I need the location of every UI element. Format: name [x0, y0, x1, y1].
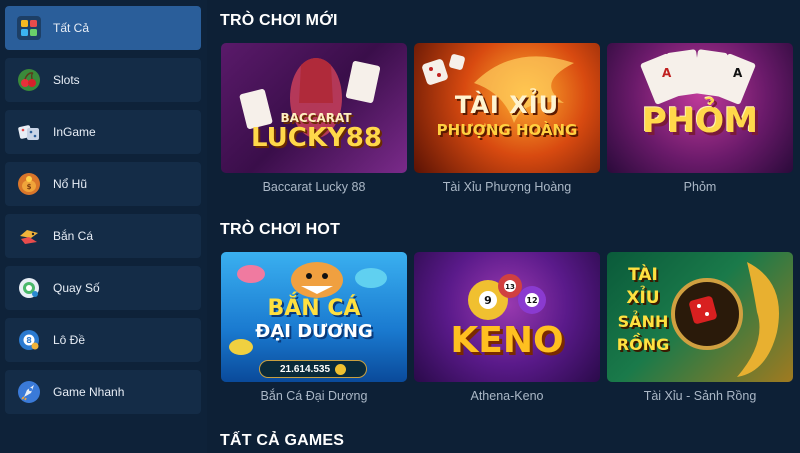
game-title: Athena-Keno [470, 389, 544, 403]
game-thumbnail: BẮN CÁ ĐẠI DƯƠNG 21.614.535 [221, 252, 407, 382]
game-art-title: TÀI XỈU SẢNH RỒNG [616, 265, 670, 354]
number-ball-icon: 8 [17, 328, 41, 352]
rocket-icon [17, 380, 41, 404]
sidebar-item-ingame[interactable]: InGame [5, 110, 201, 154]
svg-text:$: $ [27, 183, 32, 191]
sidebar-item-label: Quay Số [53, 281, 100, 295]
sidebar-item-lo-de[interactable]: 8 Lô Đề [5, 318, 201, 362]
sidebar-item-label: Nổ Hũ [53, 177, 88, 191]
grid-icon [17, 16, 41, 40]
svg-text:8: 8 [26, 336, 32, 345]
sidebar-item-quay-so[interactable]: Quay Số [5, 266, 201, 310]
game-art-title: PHỎM [641, 101, 759, 141]
game-thumbnail: BACCARAT LUCKY88 [221, 43, 407, 173]
game-thumbnail: 9 13 12 KENO [414, 252, 600, 382]
sidebar-item-label: Game Nhanh [53, 385, 125, 399]
game-card-baccarat-lucky-88[interactable]: BACCARAT LUCKY88 Baccarat Lucky 88 [221, 43, 407, 194]
sidebar-item-label: Tất Cả [53, 21, 90, 35]
game-art-title: BACCARAT LUCKY88 [251, 111, 382, 153]
game-title: Bắn Cá Đại Dương [260, 389, 368, 403]
section-title-hot-games: TRÒ CHƠI HOT [220, 221, 341, 238]
game-title: Tài Xỉu Phượng Hoàng [442, 180, 572, 194]
game-title: Baccarat Lucky 88 [262, 180, 366, 194]
sidebar-item-label: Bắn Cá [53, 229, 94, 243]
game-card-tai-xiu-phuong-hoang[interactable]: TÀI XỈU PHƯỢNG HOÀNG Tài Xỉu Phượng Hoàn… [414, 43, 600, 194]
game-card-phom[interactable]: A A PHỎM Phỏm [607, 43, 793, 194]
keno-ball-number: 9 [484, 294, 492, 307]
game-card-tai-xiu-sanh-rong[interactable]: TÀI XỈU SẢNH RỒNG Tài Xỉu - Sảnh Rồng [607, 252, 793, 403]
cherry-icon [17, 68, 41, 92]
section-title-all-games: TẤT CẢ GAMES [220, 432, 345, 449]
dice-icon [17, 120, 41, 144]
svg-text:A: A [733, 66, 743, 80]
game-art-title: TÀI XỈU PHƯỢNG HOÀNG [436, 91, 578, 139]
keno-ball-number: 13 [505, 283, 515, 291]
sidebar-item-no-hu[interactable]: $ Nổ Hũ [5, 162, 201, 206]
sidebar-item-game-nhanh[interactable]: Game Nhanh [5, 370, 201, 414]
section-title-new-games: TRÒ CHƠI MỚI [220, 12, 338, 29]
game-lobby: TRÒ CHƠI MỚI BACCARAT LUCKY88 Baccarat L… [220, 0, 800, 453]
sidebar-item-label: Slots [53, 73, 80, 87]
game-art-title: BẮN CÁ ĐẠI DƯƠNG [255, 296, 373, 342]
fish-icon [17, 224, 41, 248]
jackpot-pot-icon: $ [17, 172, 41, 196]
game-card-athena-keno[interactable]: 9 13 12 KENO Athena-Keno [414, 252, 600, 403]
game-title: Phỏm [683, 180, 717, 194]
keno-ball-number: 12 [526, 296, 537, 305]
sidebar-item-label: Lô Đề [53, 333, 86, 347]
sidebar-item-label: InGame [53, 125, 96, 139]
svg-text:A: A [662, 66, 672, 80]
game-title: Tài Xỉu - Sảnh Rồng [643, 389, 757, 403]
sidebar-item-tat-ca[interactable]: Tất Cả [5, 6, 201, 50]
lottery-ball-icon [17, 276, 41, 300]
game-thumbnail: TÀI XỈU SẢNH RỒNG [607, 252, 793, 382]
sidebar-item-ban-ca[interactable]: Bắn Cá [5, 214, 201, 258]
sidebar-item-slots[interactable]: Slots [5, 58, 201, 102]
game-thumbnail: TÀI XỈU PHƯỢNG HOÀNG [414, 43, 600, 173]
game-art-title: KENO [450, 320, 564, 361]
game-thumbnail: A A PHỎM [607, 43, 793, 173]
coin-icon [335, 363, 347, 375]
jackpot-amount-badge: 21.614.535 [259, 360, 367, 378]
game-card-ban-ca-dai-duong[interactable]: BẮN CÁ ĐẠI DƯƠNG 21.614.535 Bắn Cá Đại D… [221, 252, 407, 403]
category-sidebar: Tất Cả Slots InGame $ Nổ Hũ Bắn Cá Quay … [0, 0, 207, 453]
